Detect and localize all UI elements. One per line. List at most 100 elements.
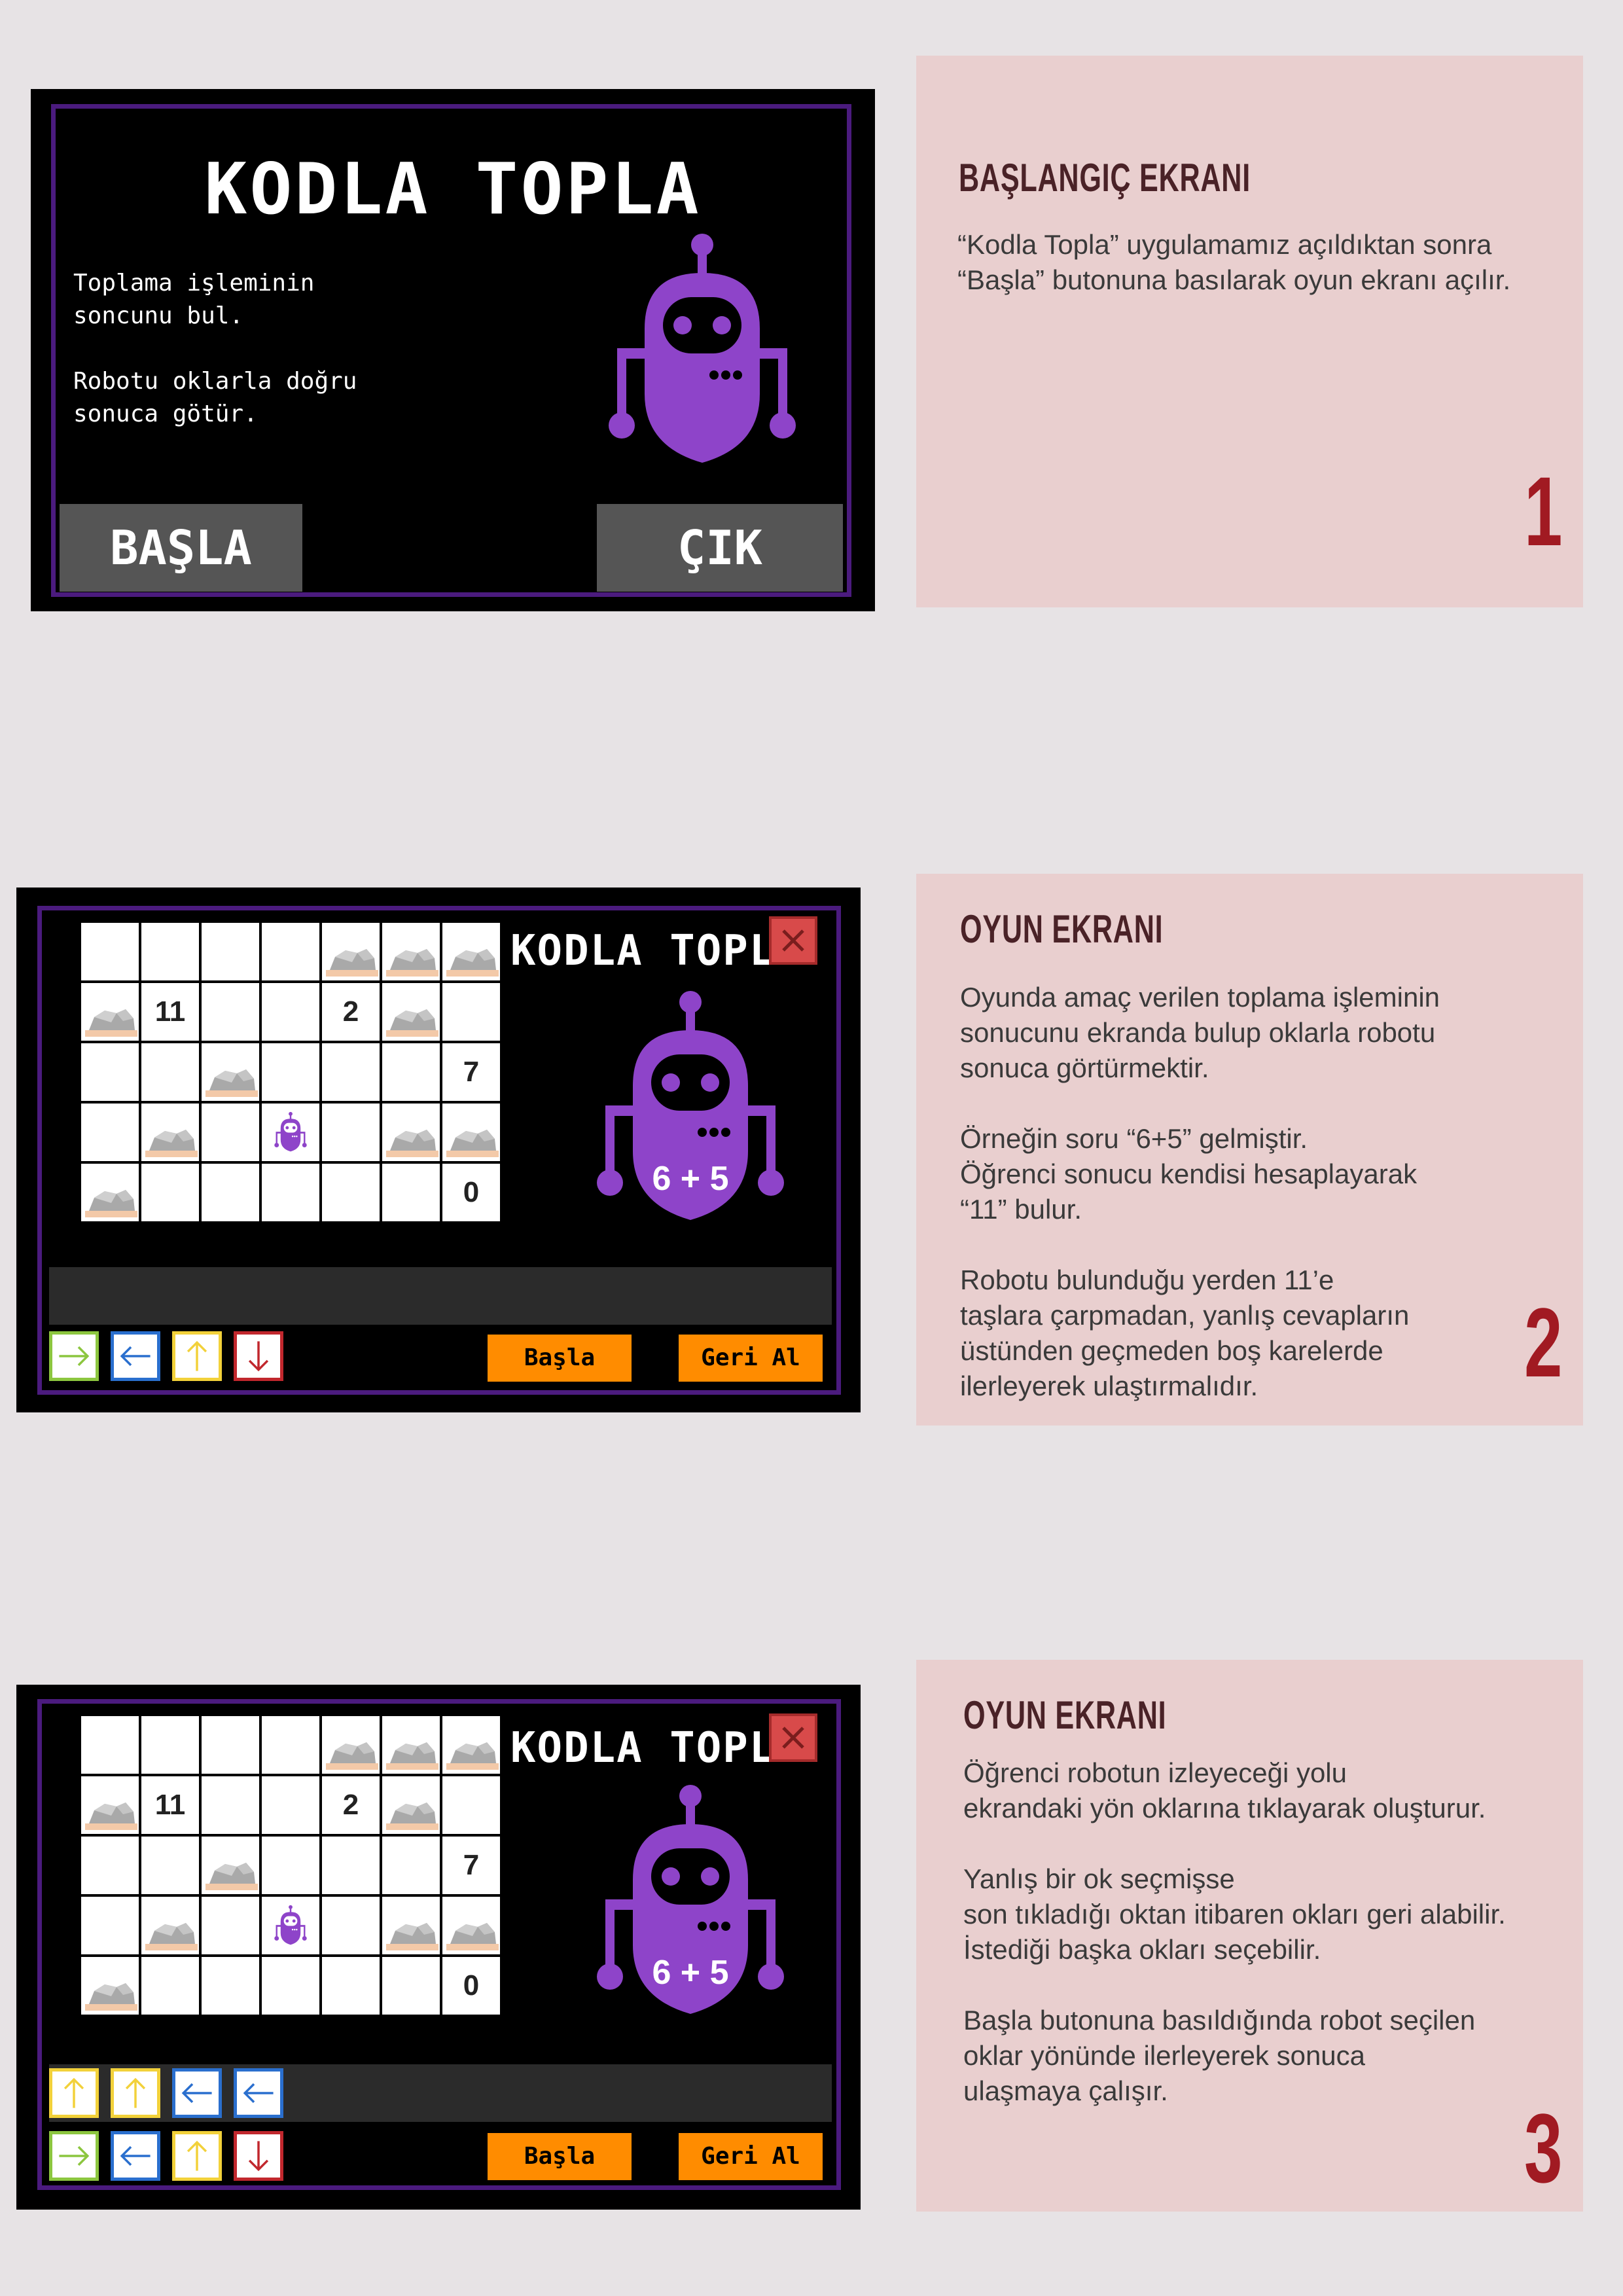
panel-body: “Kodla Topla” uygulamamız açıldıktan son… — [957, 229, 1511, 295]
arrow-button-down[interactable] — [234, 1331, 283, 1381]
grid-cell-empty — [200, 1956, 260, 2016]
panel-title: OYUN EKRANI — [963, 1693, 1167, 1737]
start-instruction-2: Robotu oklarla doğru sonuca götür. — [73, 368, 357, 427]
grid-cell-robot — [260, 1895, 321, 1956]
rock-icon — [386, 1803, 438, 1830]
arrow-button-down[interactable] — [234, 2131, 283, 2181]
grid-cell-empty — [140, 1162, 200, 1223]
grid-cell-rock — [80, 1956, 140, 2016]
grid-cell-number: 11 — [140, 1775, 200, 1835]
grid-cell-robot — [260, 1102, 321, 1162]
grid-cell-rock — [200, 1042, 260, 1102]
selected-arrows-bar — [49, 2064, 832, 2122]
grid-cell-rock — [441, 922, 501, 982]
arrow-left-icon — [181, 2083, 212, 2104]
grid-cell-empty — [200, 1895, 260, 1956]
arrow-button-up[interactable] — [172, 2131, 222, 2181]
grid-cell-empty — [80, 1102, 140, 1162]
grid-cell-rock — [140, 1102, 200, 1162]
path-arrow-up[interactable] — [49, 2068, 99, 2118]
close-button[interactable] — [769, 1713, 817, 1762]
grid-number: 0 — [463, 1969, 480, 2001]
grid-cell-number: 0 — [441, 1162, 501, 1223]
grid-cell-empty — [321, 1835, 381, 1895]
arrow-right-icon — [59, 1346, 90, 1367]
path-arrow-left[interactable] — [172, 2068, 222, 2118]
panel-body: Oyunda amaç verilen toplama işleminin so… — [960, 982, 1440, 1401]
start-button[interactable]: BAŞLA — [60, 504, 302, 592]
grid-cell-rock — [80, 1775, 140, 1835]
grid-cell-empty — [200, 982, 260, 1042]
grid-cell-empty — [80, 922, 140, 982]
grid-number: 7 — [463, 1056, 480, 1088]
panel-number: 1 — [1524, 456, 1562, 566]
close-icon — [782, 929, 804, 952]
rock-icon — [386, 1742, 438, 1770]
grid-cell-empty — [260, 1715, 321, 1775]
grid-cell-number: 11 — [140, 982, 200, 1042]
grid-cell-empty — [321, 1895, 381, 1956]
panel-start-screen: BAŞLANGIÇ EKRANI “Kodla Topla” uygulamam… — [916, 56, 1583, 607]
grid-cell-empty — [140, 1715, 200, 1775]
rock-icon — [85, 1190, 137, 1217]
grid-cell-number: 7 — [441, 1042, 501, 1102]
grid-cell-empty — [381, 1162, 441, 1223]
rock-icon — [145, 1923, 198, 1950]
rock-icon — [386, 1130, 438, 1157]
game-title: KODLA TOPLA — [510, 927, 802, 975]
arrow-button-up[interactable] — [172, 1331, 222, 1381]
arrow-button-left[interactable] — [111, 2131, 160, 2181]
grid-cell-empty — [200, 1775, 260, 1835]
grid-cell-rock — [381, 922, 441, 982]
rock-icon — [205, 1069, 258, 1097]
grid-cell-empty — [321, 1042, 381, 1102]
grid-cell-empty — [321, 1102, 381, 1162]
panel-game-path: OYUN EKRANI Öğrenci robotun izleyeceği y… — [916, 1660, 1583, 2212]
close-button[interactable] — [769, 916, 817, 965]
grid-cell-rock — [381, 982, 441, 1042]
grid-cell-empty — [200, 1715, 260, 1775]
start-instruction-1: Toplama işleminin soncunu bul. — [73, 270, 315, 329]
grid-cell-rock — [381, 1102, 441, 1162]
game-screen-with-path: 11 2 7 0 KODLA TOPLA 6 + 5 Başla Geri Al — [16, 1685, 861, 2210]
grid-cell-empty — [140, 1956, 200, 2016]
grid-number: 7 — [463, 1849, 480, 1881]
rock-icon — [386, 1009, 438, 1037]
grid-cell-empty — [260, 1775, 321, 1835]
question-text: 6 + 5 — [652, 1160, 729, 1198]
arrow-button-right[interactable] — [49, 2131, 99, 2181]
grid-cell-empty — [80, 1835, 140, 1895]
undo-button[interactable]: Geri Al — [679, 1335, 823, 1382]
game-title: KODLA TOPLA — [510, 1724, 802, 1772]
grid-cell-rock — [441, 1895, 501, 1956]
grid-cell-empty — [260, 922, 321, 982]
path-arrow-left[interactable] — [234, 2068, 283, 2118]
grid-cell-rock — [321, 1715, 381, 1775]
arrow-button-right[interactable] — [49, 1331, 99, 1381]
grid-cell-empty — [441, 1775, 501, 1835]
rock-icon — [386, 949, 438, 977]
run-button[interactable]: Başla — [488, 2133, 632, 2180]
grid-cell-number: 0 — [441, 1956, 501, 2016]
start-title: KODLA TOPLA — [204, 149, 702, 230]
close-icon — [782, 1727, 804, 1749]
game-screen: 11 2 7 0 KODLA TOPLA 6 + 5 Başla Geri Al — [16, 888, 861, 1412]
panel-game-screen: OYUN EKRANI Oyunda amaç verilen toplama … — [916, 874, 1583, 1426]
grid-cell-number: 7 — [441, 1835, 501, 1895]
grid-cell-empty — [321, 1162, 381, 1223]
grid-cell-rock — [200, 1835, 260, 1895]
arrow-right-icon — [59, 2145, 90, 2166]
rock-icon — [326, 949, 378, 977]
grid-cell-rock — [321, 922, 381, 982]
game-grid: 11 2 7 0 — [79, 920, 503, 1224]
run-button[interactable]: Başla — [488, 1335, 632, 1382]
path-arrow-up[interactable] — [111, 2068, 160, 2118]
grid-cell-empty — [80, 1895, 140, 1956]
arrow-button-left[interactable] — [111, 1331, 160, 1381]
exit-button[interactable]: ÇIK — [597, 504, 843, 592]
grid-cell-empty — [260, 1956, 321, 2016]
game-grid: 11 2 7 0 — [79, 1713, 503, 2017]
undo-button[interactable]: Geri Al — [679, 2133, 823, 2180]
grid-cell-rock — [441, 1102, 501, 1162]
grid-cell-empty — [441, 982, 501, 1042]
